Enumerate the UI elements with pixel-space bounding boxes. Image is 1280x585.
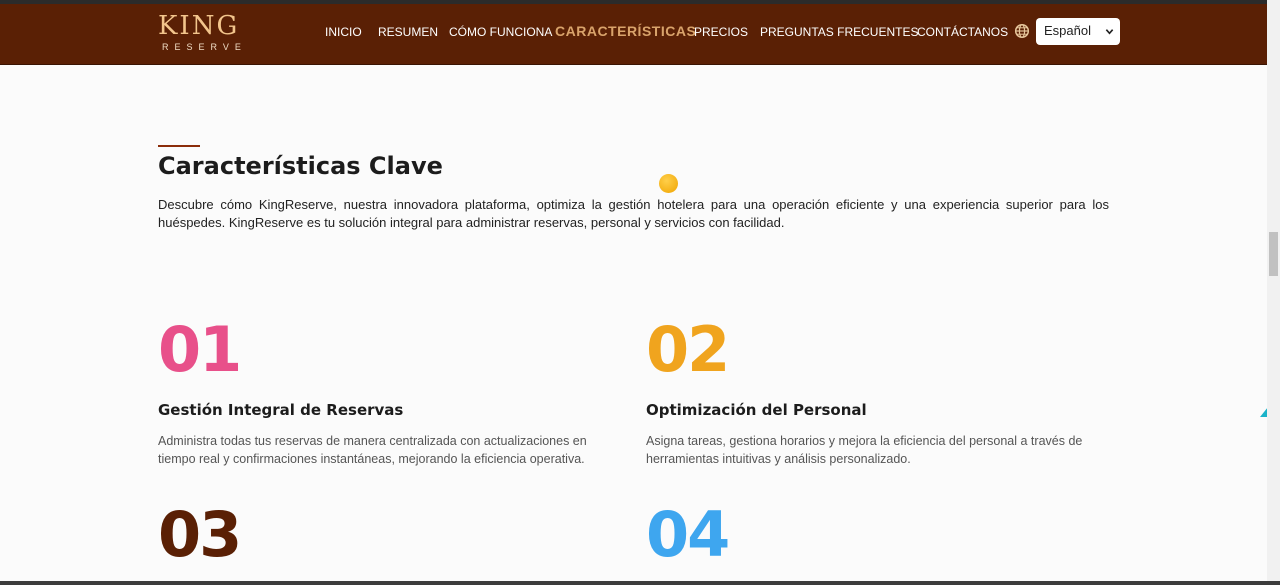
globe-icon[interactable] bbox=[1014, 23, 1030, 39]
logo-subtitle: RESERVE bbox=[162, 42, 247, 52]
decorative-dot bbox=[659, 174, 678, 193]
logo-wordmark: KING bbox=[158, 11, 240, 41]
brand-logo[interactable]: KING RESERVE bbox=[158, 12, 254, 56]
feature-title-01: Gestión Integral de Reservas bbox=[158, 401, 404, 419]
language-select[interactable]: Español bbox=[1036, 18, 1120, 45]
feature-description-01: Administra todas tus reservas de manera … bbox=[158, 434, 587, 466]
window-bottom-border bbox=[0, 581, 1280, 585]
page-scrollbar[interactable] bbox=[1267, 0, 1280, 585]
section-accent-rule bbox=[158, 145, 200, 147]
scrollbar-thumb[interactable] bbox=[1269, 232, 1278, 276]
feature-number-03: 03 bbox=[158, 498, 242, 571]
section-title: Características Clave bbox=[158, 152, 443, 180]
nav-item-caracteristicas[interactable]: CARACTERÍSTICAS bbox=[555, 23, 696, 39]
top-navbar: KING RESERVE INICIO RESUMEN CÓMO FUNCION… bbox=[0, 4, 1267, 65]
feature-number-04: 04 bbox=[646, 498, 730, 571]
feature-number-02: 02 bbox=[646, 313, 730, 386]
section-intro: Descubre cómo KingReserve, nuestra innov… bbox=[158, 197, 1109, 230]
language-select-value: Español bbox=[1044, 23, 1091, 38]
nav-item-contactanos[interactable]: CONTÁCTANOS bbox=[917, 24, 1008, 40]
chevron-down-icon bbox=[1105, 29, 1114, 35]
nav-item-como-funciona[interactable]: CÓMO FUNCIONA bbox=[449, 24, 552, 40]
nav-item-resumen[interactable]: RESUMEN bbox=[378, 24, 438, 40]
nav-item-precios[interactable]: PRECIOS bbox=[694, 24, 748, 40]
feature-title-02: Optimización del Personal bbox=[646, 401, 867, 419]
nav-item-inicio[interactable]: INICIO bbox=[325, 24, 362, 40]
feature-number-01: 01 bbox=[158, 313, 242, 386]
nav-item-preguntas-frecuentes[interactable]: PREGUNTAS FRECUENTES bbox=[760, 24, 918, 40]
feature-description-02: Asigna tareas, gestiona horarios y mejor… bbox=[646, 434, 1083, 466]
